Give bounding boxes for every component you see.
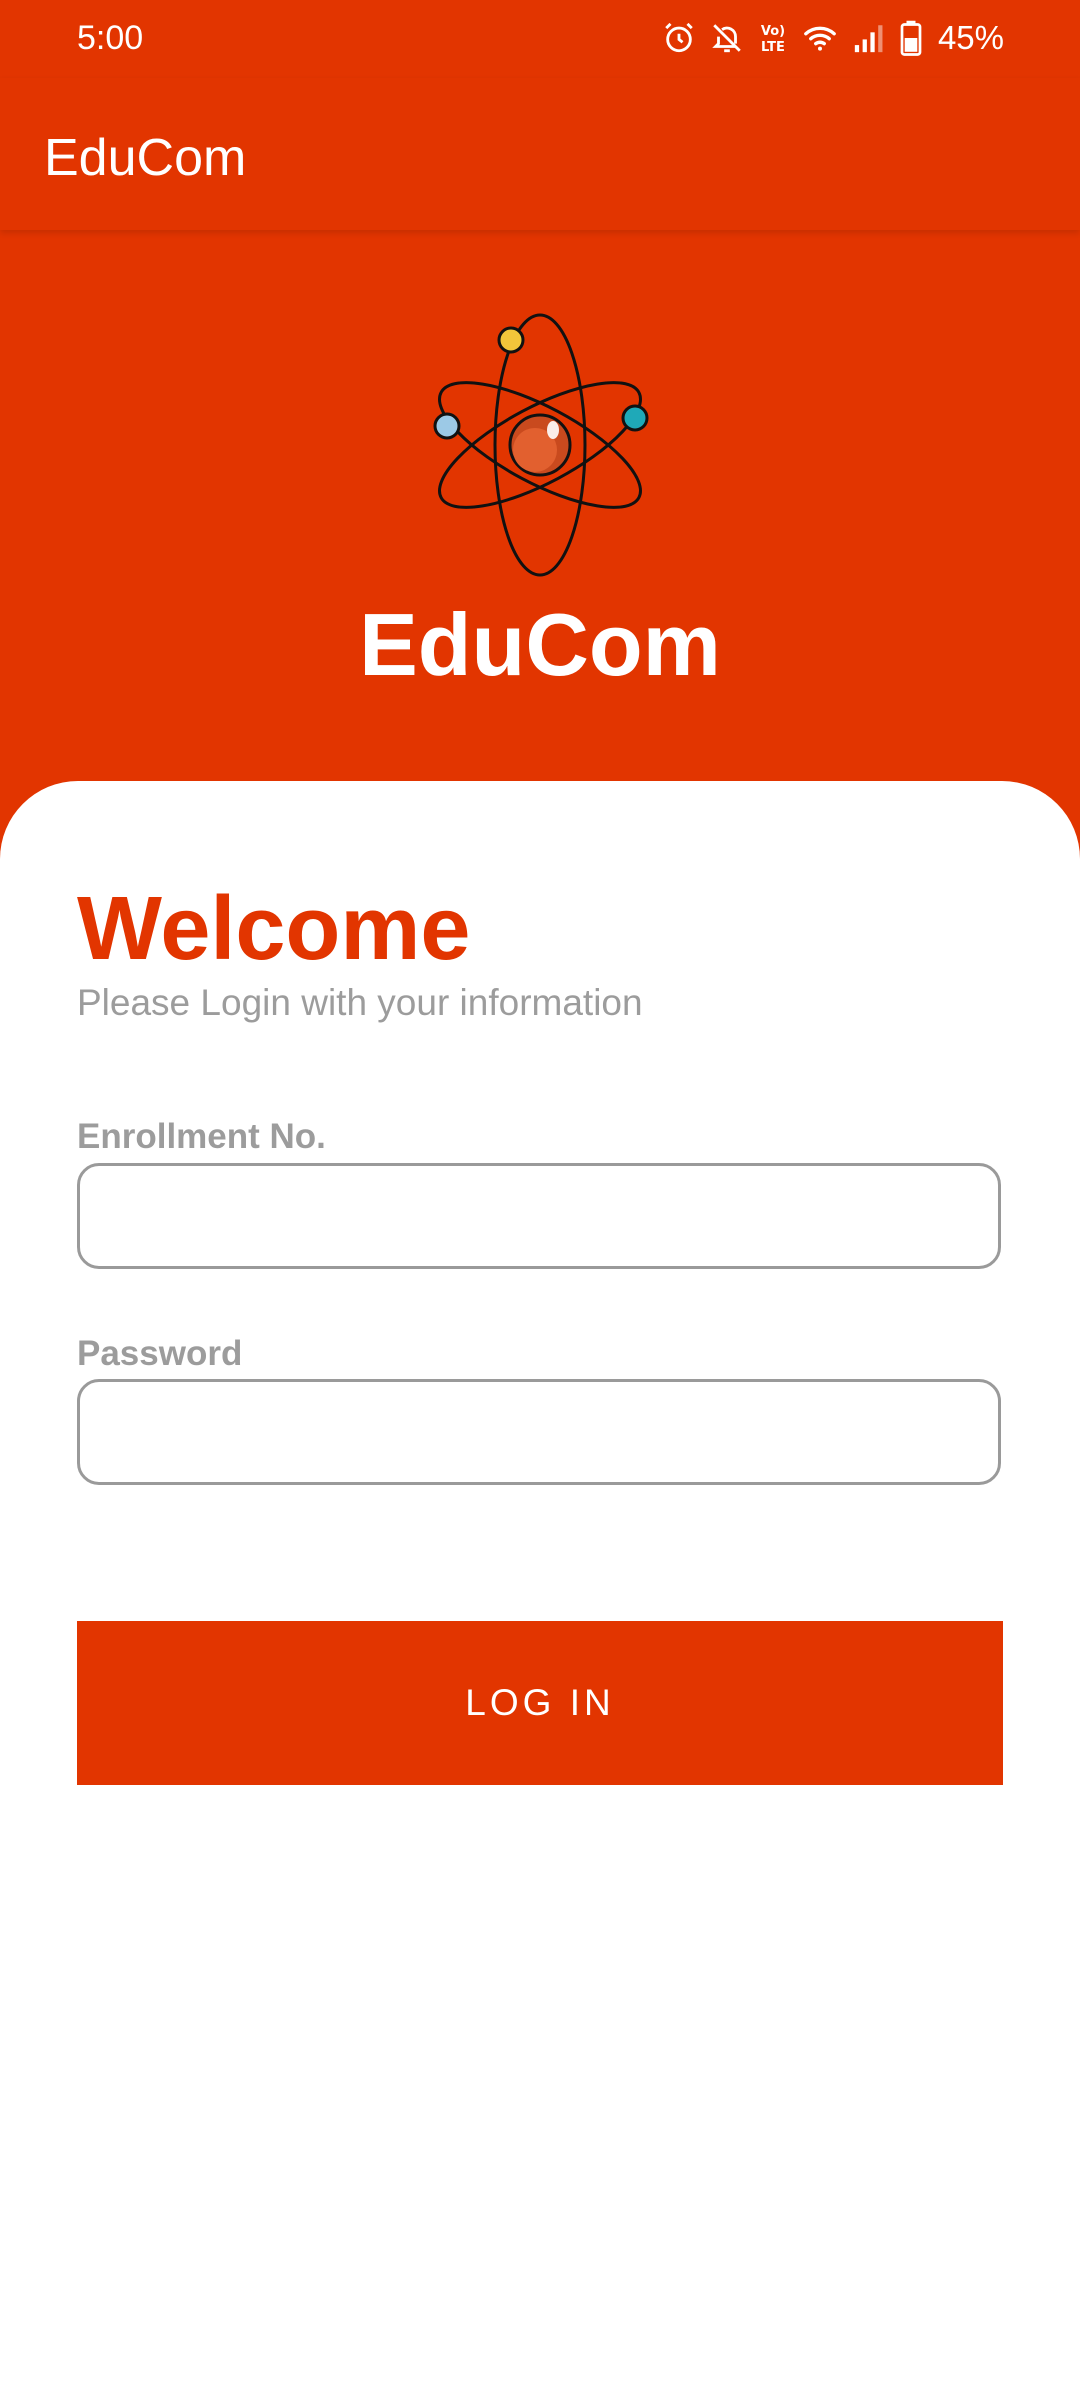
login-button[interactable]: LOG IN bbox=[77, 1621, 1003, 1785]
status-time: 5:00 bbox=[77, 19, 144, 57]
volte-icon: Vo) LTE bbox=[758, 21, 788, 55]
svg-text:LTE: LTE bbox=[761, 40, 785, 55]
welcome-heading: Welcome bbox=[77, 879, 471, 979]
svg-text:Vo): Vo) bbox=[761, 24, 785, 39]
alarm-icon bbox=[662, 21, 696, 55]
status-bar: 5:00 Vo) LTE 45% bbox=[0, 0, 1080, 78]
atom-icon bbox=[415, 310, 665, 580]
app-bar: EduCom bbox=[0, 78, 1080, 230]
battery-icon bbox=[900, 20, 922, 56]
status-icons: Vo) LTE 45% bbox=[662, 16, 1004, 60]
login-card: Welcome Please Login with your informati… bbox=[0, 781, 1080, 2400]
notifications-off-icon bbox=[710, 21, 744, 55]
enrollment-input[interactable] bbox=[77, 1163, 1001, 1269]
brand-name: EduCom bbox=[359, 595, 721, 694]
wifi-icon bbox=[802, 21, 838, 55]
password-input[interactable] bbox=[77, 1379, 1001, 1485]
app-bar-title: EduCom bbox=[44, 129, 247, 187]
battery-percentage: 45% bbox=[937, 19, 1004, 56]
signal-icon bbox=[852, 21, 886, 55]
enrollment-label: Enrollment No. bbox=[77, 1117, 326, 1156]
login-subtitle: Please Login with your information bbox=[77, 982, 643, 1023]
password-label: Password bbox=[77, 1334, 243, 1373]
